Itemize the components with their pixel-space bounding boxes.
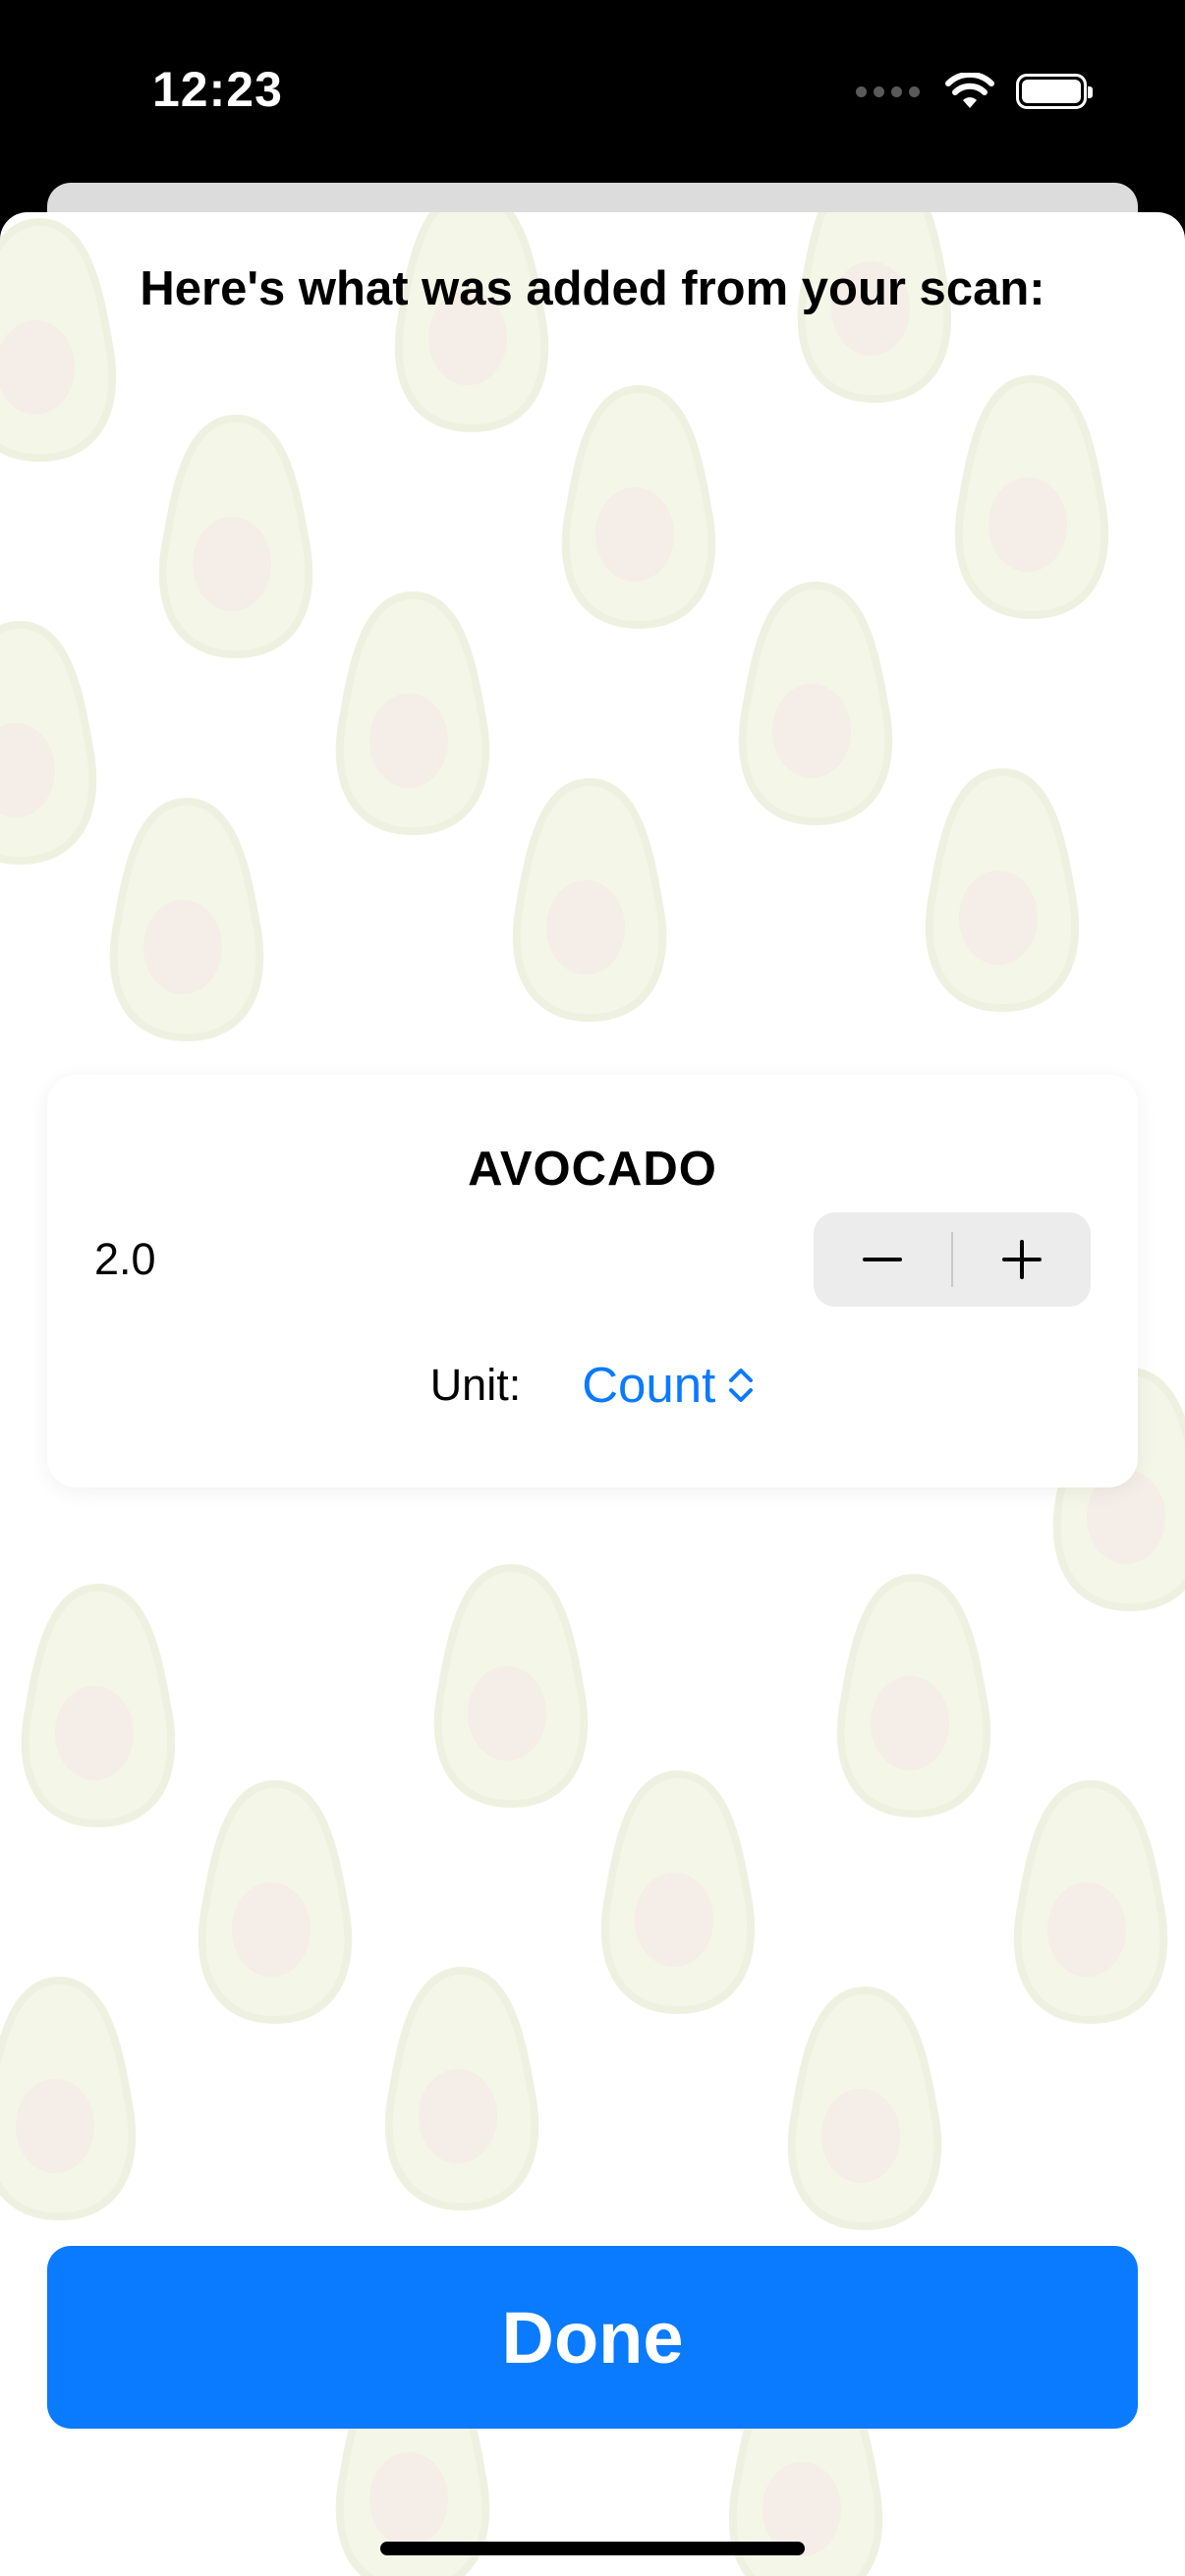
- status-bar: 12:23: [0, 0, 1185, 187]
- done-button[interactable]: Done: [47, 2246, 1138, 2429]
- decrement-button[interactable]: [814, 1212, 951, 1307]
- sheet-title: Here's what was added from your scan:: [140, 262, 1045, 315]
- unit-row: Unit: Count: [47, 1356, 1138, 1414]
- scanned-item-card: AVOCADO 2.0 Unit: Count: [47, 1075, 1138, 1487]
- plus-icon: [1002, 1240, 1042, 1279]
- minus-icon: [863, 1258, 902, 1261]
- status-icons: [856, 73, 1093, 110]
- battery-icon: [1016, 74, 1093, 109]
- increment-button[interactable]: [953, 1212, 1091, 1307]
- chevron-up-down-icon: [729, 1368, 754, 1402]
- wifi-icon: [945, 73, 994, 108]
- unit-value: Count: [582, 1357, 716, 1413]
- home-indicator: [380, 2542, 805, 2555]
- item-name: AVOCADO: [468, 1143, 717, 1196]
- unit-label: Unit:: [429, 1359, 522, 1410]
- quantity-stepper[interactable]: [814, 1212, 1091, 1307]
- status-time: 12:23: [152, 62, 283, 117]
- unit-picker[interactable]: Count: [582, 1356, 755, 1414]
- cellular-dots-icon: [856, 85, 920, 97]
- quantity-value: 2.0: [94, 1234, 156, 1284]
- scan-results-sheet: Here's what was added from your scan: AV…: [0, 212, 1185, 2576]
